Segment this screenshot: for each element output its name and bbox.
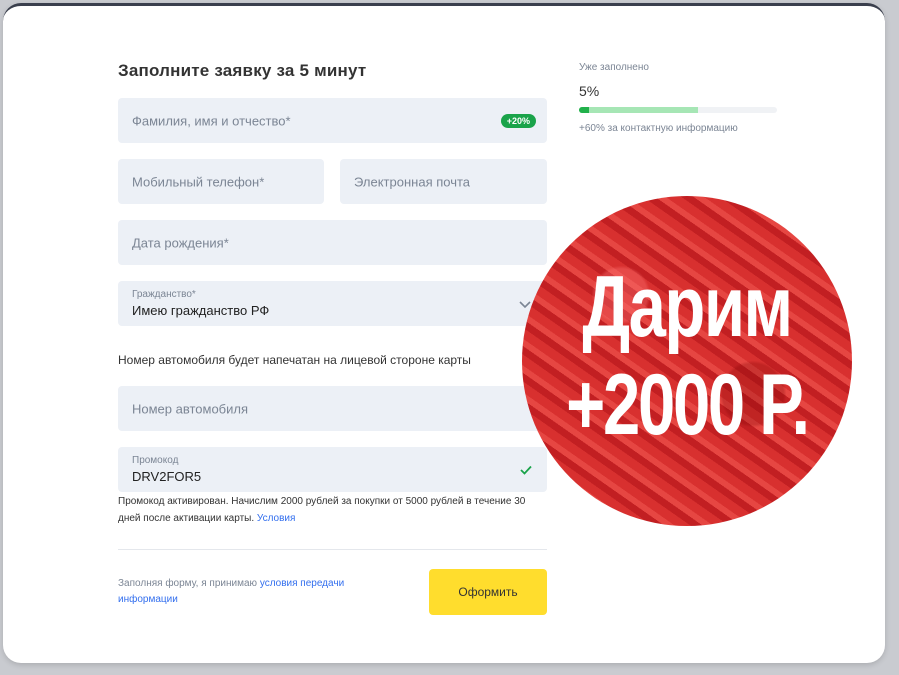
birthdate-placeholder: Дата рождения* xyxy=(132,235,229,250)
progress-percent: 5% xyxy=(579,83,600,99)
consent-text: Заполняя форму, я принимаю условия перед… xyxy=(118,576,378,608)
phone-field[interactable]: Мобильный телефон* xyxy=(118,159,324,204)
full-name-field[interactable]: Фамилия, имя и отчество* +20% xyxy=(118,98,547,143)
promo-code-field[interactable]: Промокод DRV2FOR5 xyxy=(118,447,547,492)
promo-code-value: DRV2FOR5 xyxy=(132,469,202,484)
progress-bar xyxy=(579,107,777,113)
citizenship-value: Имею гражданство РФ xyxy=(132,303,270,318)
promo-code-label: Промокод xyxy=(132,455,179,466)
progress-label: Уже заполнено xyxy=(579,62,649,73)
progress-potential-fill xyxy=(579,107,698,113)
phone-placeholder: Мобильный телефон* xyxy=(132,174,265,189)
full-name-placeholder: Фамилия, имя и отчество* xyxy=(132,113,291,128)
checkmark-icon xyxy=(520,465,532,475)
promo-banner-line1: Дарим xyxy=(582,259,793,355)
promo-terms-link[interactable]: Условия xyxy=(257,513,296,524)
progress-fill xyxy=(579,107,589,113)
progress-subtext: +60% за контактную информацию xyxy=(579,123,738,134)
bonus-badge: +20% xyxy=(500,113,536,128)
car-number-note: Номер автомобиля будет напечатан на лице… xyxy=(118,353,471,367)
promo-note-text: Промокод активирован. Начислим 2000 рубл… xyxy=(118,496,526,524)
birthdate-field[interactable]: Дата рождения* xyxy=(118,220,547,265)
citizenship-label: Гражданство* xyxy=(132,289,196,300)
submit-button[interactable]: Оформить xyxy=(429,569,547,615)
car-number-field[interactable]: Номер автомобиля xyxy=(118,386,547,431)
consent-prefix: Заполняя форму, я принимаю xyxy=(118,578,258,589)
email-field[interactable]: Электронная почта xyxy=(340,159,547,204)
email-placeholder: Электронная почта xyxy=(354,174,471,189)
promo-banner: Дарим +2000 Р. xyxy=(522,196,852,526)
divider xyxy=(118,549,547,550)
promo-activated-note: Промокод активирован. Начислим 2000 рубл… xyxy=(118,493,550,527)
form-title: Заполните заявку за 5 минут xyxy=(118,61,367,80)
promo-banner-line2: +2000 Р. xyxy=(566,357,810,453)
car-number-placeholder: Номер автомобиля xyxy=(132,401,249,416)
citizenship-select[interactable]: Гражданство* Имею гражданство РФ xyxy=(118,281,547,326)
